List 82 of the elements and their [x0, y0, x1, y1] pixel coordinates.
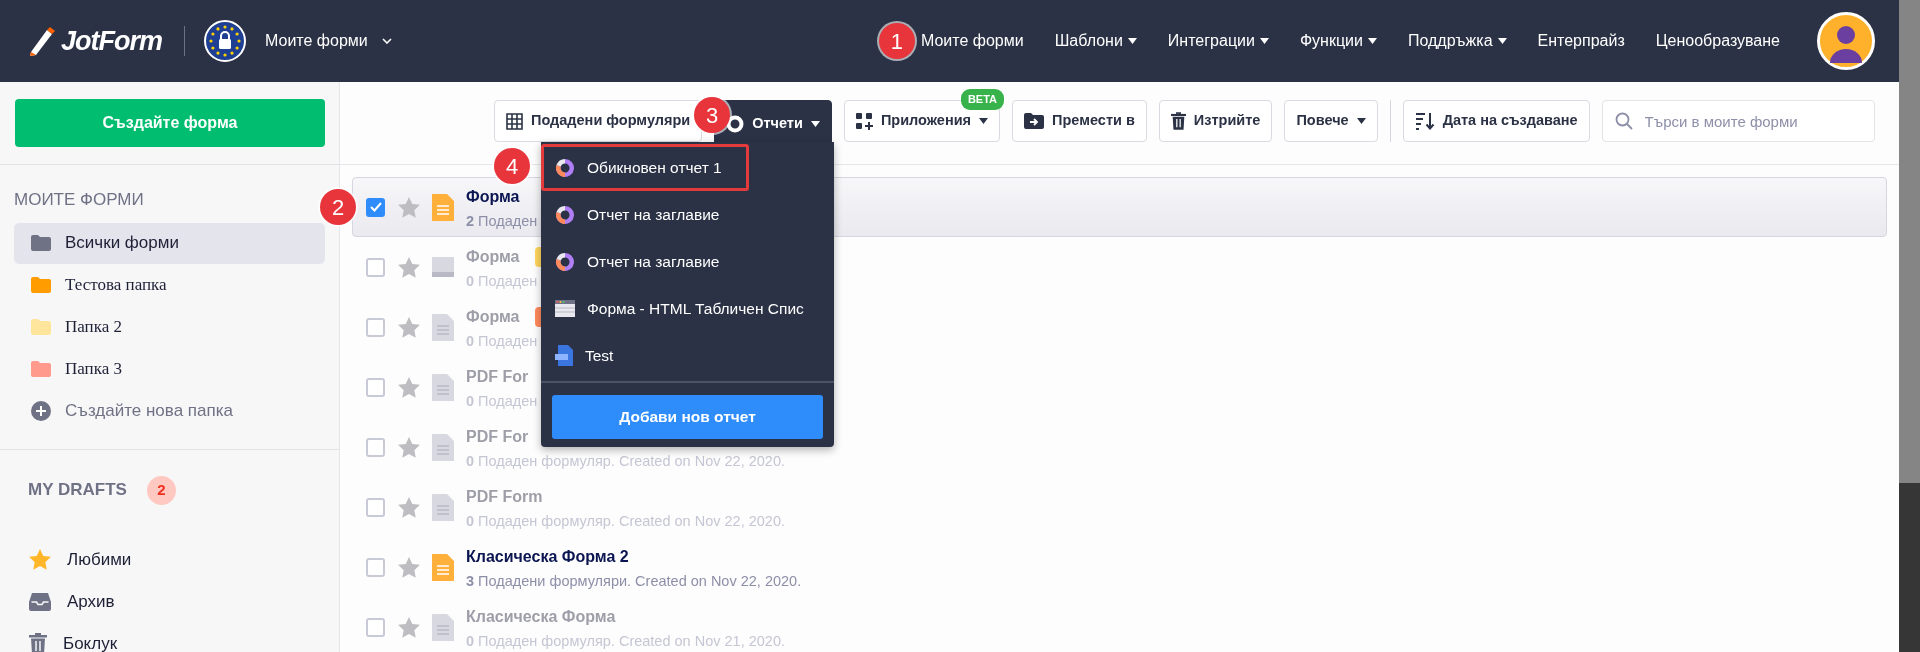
- apps-icon: [855, 112, 873, 130]
- nav-link[interactable]: Интеграции: [1167, 29, 1269, 53]
- form-details: 0 Подаден: [466, 272, 539, 292]
- sort-icon: [1414, 112, 1435, 130]
- checkbox[interactable]: [366, 617, 385, 637]
- form-details: 0 Подаден формуляр. Created on Nov 21, 2020.: [466, 632, 785, 652]
- sidebar-link[interactable]: Любими: [0, 538, 339, 581]
- avatar[interactable]: [1817, 12, 1875, 70]
- star-icon[interactable]: [398, 556, 420, 578]
- workspace-switch[interactable]: Моите форми: [265, 29, 392, 53]
- form-details: 3 Подадени формуляри. Created on Nov 22, 2020.: [466, 572, 802, 592]
- grid-icon: [506, 112, 523, 130]
- step-marker: 1: [878, 23, 915, 59]
- toolbar-button[interactable]: Изтрийте: [1158, 100, 1273, 142]
- menu-item[interactable]: Форма - HTML Табличен Спис: [541, 285, 834, 332]
- nav-link[interactable]: Ценообразуване: [1655, 29, 1780, 53]
- pdf-file-icon: [555, 345, 573, 366]
- sidebar-link[interactable]: Архив: [0, 580, 339, 623]
- star-icon[interactable]: [398, 256, 420, 278]
- donut-chart-icon: [555, 157, 575, 178]
- nav-link[interactable]: Поддръжка: [1407, 29, 1507, 53]
- toolbar-button[interactable]: Повече: [1284, 100, 1378, 142]
- search-input[interactable]: Търси в моите форми: [1642, 103, 1873, 139]
- menu-item[interactable]: Отчет на заглавие: [541, 191, 834, 238]
- new-folder-link[interactable]: Създайте нова папка: [14, 390, 325, 432]
- form-details: 0 Подаден формуляр. Created on Nov 22, 2020.: [466, 512, 785, 532]
- menu-item[interactable]: Обикновен отчет 1: [541, 144, 749, 191]
- form-details: 0 Подаден формуляр. Created on Nov 22, 2020.: [466, 452, 785, 472]
- checkbox[interactable]: [366, 317, 385, 337]
- star-icon[interactable]: [398, 616, 420, 638]
- folder-item[interactable]: Тестова папка: [14, 264, 325, 306]
- trash-icon: [1170, 112, 1186, 130]
- beta-badge: BETA: [960, 89, 1005, 110]
- folder-item[interactable]: Папка 2: [14, 306, 325, 348]
- nav-link[interactable]: Ентерпрайз: [1537, 29, 1625, 53]
- nav-link[interactable]: Моите форми: [920, 29, 1024, 53]
- checkbox[interactable]: [366, 377, 385, 397]
- nav-link[interactable]: Функции: [1299, 29, 1377, 53]
- star-icon: [29, 549, 51, 570]
- star-icon[interactable]: [398, 496, 420, 518]
- table-icon: [555, 300, 575, 317]
- star-icon[interactable]: [398, 436, 420, 458]
- scrollbar[interactable]: [1899, 0, 1920, 652]
- plus-circle-icon: [31, 401, 51, 421]
- star-icon[interactable]: [398, 316, 420, 338]
- checkbox[interactable]: [366, 197, 385, 217]
- donut-chart-icon: [555, 251, 575, 272]
- section-heading: МОИТЕ ФОРМИ: [14, 189, 144, 211]
- logo[interactable]: JotForm: [61, 20, 162, 62]
- step-marker: 4: [494, 148, 530, 184]
- section-heading: MY DRAFTS: [28, 479, 127, 502]
- menu-item[interactable]: Test: [541, 332, 834, 379]
- form-details: 0 Подаден: [466, 392, 538, 412]
- search-field[interactable]: Търси в моите форми: [1601, 100, 1875, 142]
- form-details: 0 Подаден: [466, 332, 539, 352]
- checkbox[interactable]: [366, 257, 385, 277]
- nav-link[interactable]: Шаблони: [1054, 29, 1137, 53]
- checkbox[interactable]: [366, 497, 385, 517]
- folder-item[interactable]: Папка 3: [14, 348, 325, 390]
- toolbar-button[interactable]: Премести в: [1012, 100, 1147, 142]
- inbox-icon: [29, 592, 51, 611]
- checkmark-icon: [369, 202, 382, 212]
- folder-item[interactable]: Всички форми: [14, 222, 325, 264]
- donut-chart-icon: [726, 115, 745, 133]
- pencil-logo-icon: [27, 26, 55, 56]
- folder-arrow-icon: [1024, 113, 1045, 129]
- checkbox[interactable]: [366, 557, 385, 577]
- search-icon: [1614, 112, 1633, 130]
- form-details: 2 Подаден: [466, 212, 538, 232]
- star-icon[interactable]: [398, 376, 420, 398]
- count-badge: 2: [146, 475, 176, 505]
- donut-chart-icon: [555, 204, 575, 225]
- menu-item[interactable]: Отчет на заглавие: [541, 238, 834, 285]
- sort-button[interactable]: Дата на създаване: [1402, 100, 1590, 142]
- lock-badge-icon: [204, 20, 246, 62]
- checkbox[interactable]: [366, 437, 385, 457]
- sidebar-link[interactable]: Боклук: [0, 622, 339, 652]
- form-title[interactable]: Форма: [466, 185, 520, 210]
- step-marker: 2: [320, 189, 356, 225]
- star-icon[interactable]: [398, 196, 420, 218]
- form-title[interactable]: Класическа Форма 2: [466, 545, 629, 570]
- toolbar-button[interactable]: Подадени формуляри: [494, 100, 703, 142]
